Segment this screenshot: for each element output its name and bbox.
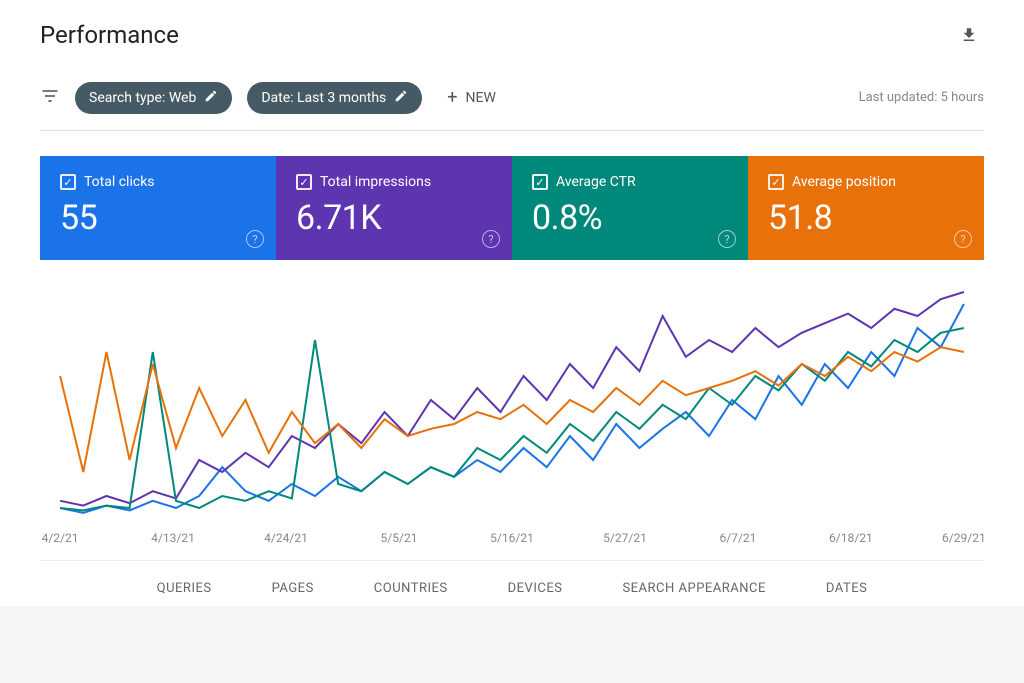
checkbox-icon: ✓ — [296, 174, 312, 190]
chart-x-tick: 5/27/21 — [603, 531, 647, 545]
chart-x-tick: 6/7/21 — [719, 531, 756, 545]
new-label: NEW — [466, 90, 496, 106]
help-icon[interactable]: ? — [718, 230, 736, 248]
date-chip[interactable]: Date: Last 3 months — [247, 82, 422, 114]
chart-x-tick: 5/5/21 — [381, 531, 418, 545]
checkbox-icon: ✓ — [768, 174, 784, 190]
plus-icon: + — [447, 87, 457, 108]
metric-label: Total clicks — [84, 174, 155, 190]
chart-x-tick: 5/16/21 — [490, 531, 534, 545]
chart-x-tick: 6/18/21 — [829, 531, 873, 545]
help-icon[interactable]: ? — [954, 230, 972, 248]
metric-value: 51.8 — [768, 198, 964, 238]
checkbox-icon: ✓ — [60, 174, 76, 190]
performance-chart: 4/2/21 4/13/21 4/24/21 5/5/21 5/16/21 5/27/21… — [40, 260, 984, 560]
filter-icon[interactable] — [40, 86, 60, 110]
chart-series-line — [60, 304, 964, 513]
metric-card-impressions[interactable]: ✓ Total impressions 6.71K ? — [276, 156, 512, 260]
chip-label: Date: Last 3 months — [261, 90, 386, 106]
tab-pages[interactable]: PAGES — [272, 581, 314, 596]
metric-card-position[interactable]: ✓ Average position 51.8 ? — [748, 156, 984, 260]
add-filter-button[interactable]: + NEW — [437, 80, 506, 115]
metric-card-ctr[interactable]: ✓ Average CTR 0.8% ? — [512, 156, 748, 260]
tab-search-appearance[interactable]: SEARCH APPEARANCE — [622, 581, 765, 596]
tab-dates[interactable]: DATES — [826, 581, 867, 596]
metrics-row: ✓ Total clicks 55 ? ✓ Total impressions … — [40, 156, 984, 260]
chart-x-tick: 4/2/21 — [42, 531, 79, 545]
metric-label: Average position — [792, 174, 896, 190]
metric-value: 0.8% — [532, 198, 728, 238]
help-icon[interactable]: ? — [246, 230, 264, 248]
metric-value: 6.71K — [296, 198, 492, 238]
search-type-chip[interactable]: Search type: Web — [75, 82, 232, 114]
tab-queries[interactable]: QUERIES — [157, 581, 212, 596]
metric-label: Total impressions — [320, 174, 431, 190]
chart-x-tick: 4/24/21 — [264, 531, 308, 545]
filter-bar: Search type: Web Date: Last 3 months + N… — [40, 65, 984, 131]
metric-card-clicks[interactable]: ✓ Total clicks 55 ? — [40, 156, 276, 260]
chip-label: Search type: Web — [89, 90, 196, 106]
checkbox-icon: ✓ — [532, 174, 548, 190]
last-updated-text: Last updated: 5 hours — [859, 90, 984, 105]
metric-label: Average CTR — [556, 174, 636, 190]
chart-series-line — [60, 347, 964, 472]
export-button[interactable] — [954, 20, 984, 50]
tab-countries[interactable]: COUNTRIES — [374, 581, 448, 596]
metric-value: 55 — [60, 198, 256, 238]
help-icon[interactable]: ? — [482, 230, 500, 248]
tab-devices[interactable]: DEVICES — [508, 581, 563, 596]
page-title: Performance — [40, 21, 179, 49]
pencil-icon — [394, 89, 408, 107]
pencil-icon — [204, 89, 218, 107]
download-icon — [960, 26, 978, 44]
chart-series-line — [60, 328, 964, 510]
chart-x-tick: 6/29/21 — [942, 531, 984, 545]
tabs-bar: QUERIES PAGES COUNTRIES DEVICES SEARCH A… — [40, 560, 984, 606]
chart-x-tick: 4/13/21 — [151, 531, 195, 545]
